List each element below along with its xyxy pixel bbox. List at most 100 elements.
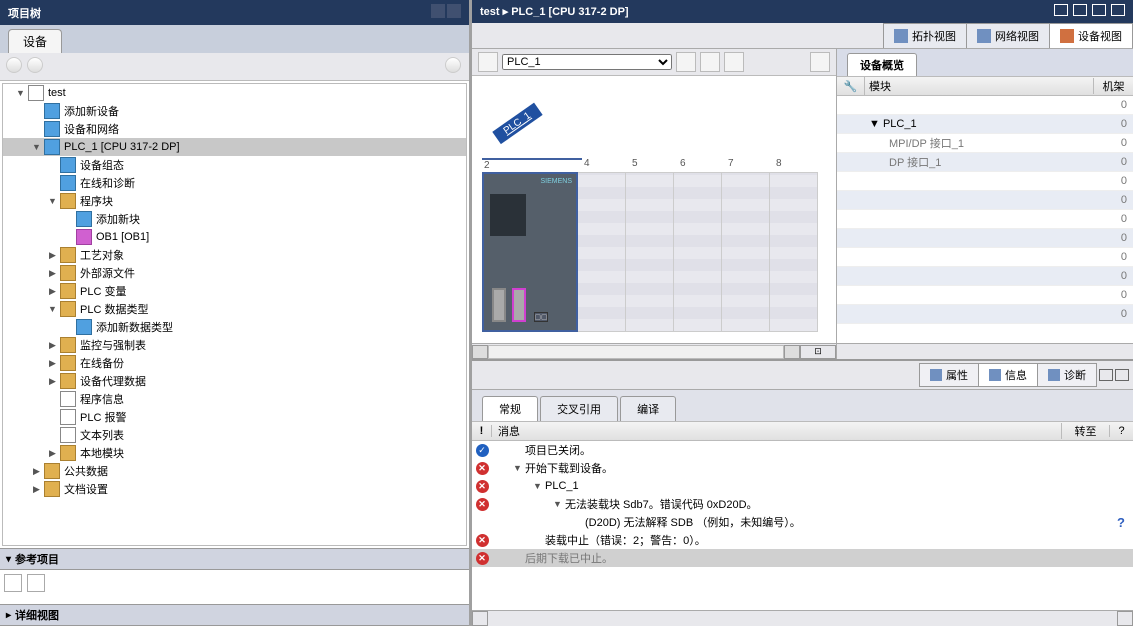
expand-icon[interactable] bbox=[47, 178, 58, 189]
expand-icon[interactable] bbox=[31, 124, 42, 135]
expand-icon[interactable] bbox=[47, 412, 58, 423]
overview-row[interactable]: 0 bbox=[837, 305, 1133, 324]
tree-item[interactable]: 设备组态 bbox=[3, 156, 466, 174]
tree-item[interactable]: ▶本地模块 bbox=[3, 444, 466, 462]
overview-row[interactable]: DP 接口_10 bbox=[837, 153, 1133, 172]
message-row[interactable]: ✕▼开始下载到设备。 bbox=[472, 459, 1133, 477]
expand-icon[interactable]: ▶ bbox=[47, 340, 58, 351]
devices-tab[interactable]: 设备 bbox=[8, 29, 62, 53]
tab-topology[interactable]: 拓扑视图 bbox=[883, 23, 967, 48]
detail-view-header[interactable]: ▸ 详细视图 bbox=[0, 604, 469, 626]
tree-item[interactable]: 添加新设备 bbox=[3, 102, 466, 120]
overview-row[interactable]: 0 bbox=[837, 229, 1133, 248]
empty-slot[interactable] bbox=[626, 172, 674, 332]
message-row[interactable]: ✓项目已关闭。 bbox=[472, 441, 1133, 459]
sub-tab-compile[interactable]: 编译 bbox=[620, 396, 676, 421]
reference-project-header[interactable]: ▾ 参考项目 bbox=[0, 548, 469, 570]
tree-item[interactable]: ▼test bbox=[3, 84, 466, 102]
inspector-max-icon[interactable] bbox=[1115, 369, 1129, 381]
tree-item[interactable]: 文本列表 bbox=[3, 426, 466, 444]
message-row[interactable]: ✕后期下载已中止。 bbox=[472, 549, 1133, 567]
scroll-track[interactable] bbox=[488, 611, 1117, 626]
tree-item[interactable]: ▶PLC 变量 bbox=[3, 282, 466, 300]
device-selector-icon[interactable] bbox=[478, 52, 498, 72]
tree-item[interactable]: 添加新块 bbox=[3, 210, 466, 228]
tb-icon-2[interactable] bbox=[700, 52, 720, 72]
message-row[interactable]: (D20D) 无法解释 SDB （例如，未知编号）。? bbox=[472, 513, 1133, 531]
scroll-right-icon[interactable] bbox=[784, 345, 800, 359]
expand-icon[interactable] bbox=[47, 430, 58, 441]
scroll-left-icon[interactable] bbox=[472, 611, 488, 626]
expand-icon[interactable] bbox=[63, 232, 74, 243]
cpu-module[interactable]: SIEMENS ▢▢ bbox=[482, 172, 578, 332]
expand-icon[interactable]: ▶ bbox=[47, 358, 58, 369]
overview-row[interactable]: 0 bbox=[837, 286, 1133, 305]
expand-icon[interactable]: ▶ bbox=[31, 466, 42, 477]
nav-back-icon[interactable] bbox=[6, 57, 22, 73]
sub-tab-crossref[interactable]: 交叉引用 bbox=[540, 396, 618, 421]
window-max-icon[interactable] bbox=[1092, 4, 1106, 16]
ref-tool-2-icon[interactable] bbox=[27, 574, 45, 592]
tab-properties[interactable]: 属性 bbox=[919, 363, 979, 387]
expand-icon[interactable]: ▶ bbox=[47, 250, 58, 261]
overview-row[interactable]: 0 bbox=[837, 267, 1133, 286]
tree-item[interactable]: 添加新数据类型 bbox=[3, 318, 466, 336]
overview-row[interactable]: 0 bbox=[837, 248, 1133, 267]
expand-icon[interactable] bbox=[31, 106, 42, 117]
message-row[interactable]: ✕▼PLC_1 bbox=[472, 477, 1133, 495]
tree-item[interactable]: ▶工艺对象 bbox=[3, 246, 466, 264]
window-restore-icon[interactable] bbox=[1073, 4, 1087, 16]
tree-item[interactable]: 设备和网络 bbox=[3, 120, 466, 138]
empty-slot[interactable] bbox=[770, 172, 818, 332]
overview-row[interactable]: 0 bbox=[837, 96, 1133, 115]
tb-icon-4[interactable] bbox=[810, 52, 830, 72]
tree-options-icon[interactable] bbox=[445, 57, 461, 73]
tree-item[interactable]: ▶设备代理数据 bbox=[3, 372, 466, 390]
message-row[interactable]: ✕装载中止（错误：2；警告：0）。 bbox=[472, 531, 1133, 549]
tab-device[interactable]: 设备视图 bbox=[1049, 23, 1133, 48]
project-tree[interactable]: ▼test添加新设备设备和网络▼PLC_1 [CPU 317-2 DP]设备组态… bbox=[2, 83, 467, 546]
tab-diagnostics[interactable]: 诊断 bbox=[1037, 363, 1097, 387]
overview-row[interactable]: 0 bbox=[837, 172, 1133, 191]
tree-item[interactable]: ▶外部源文件 bbox=[3, 264, 466, 282]
rack-view[interactable]: PLC_1 245678 SIEMENS ▢▢ bbox=[472, 76, 836, 343]
expand-icon[interactable]: ▶ bbox=[47, 376, 58, 387]
tree-item[interactable]: ▼程序块 bbox=[3, 192, 466, 210]
mpi-dp-port[interactable] bbox=[492, 288, 506, 322]
expand-icon[interactable] bbox=[63, 214, 74, 225]
overview-tab[interactable]: 设备概览 bbox=[847, 53, 917, 76]
overview-row[interactable]: ▼ PLC_10 bbox=[837, 115, 1133, 134]
empty-slot[interactable] bbox=[578, 172, 626, 332]
overview-row[interactable]: MPI/DP 接口_10 bbox=[837, 134, 1133, 153]
help-icon[interactable]: ? bbox=[1109, 515, 1133, 530]
expand-icon[interactable] bbox=[63, 322, 74, 333]
overview-row[interactable]: 0 bbox=[837, 210, 1133, 229]
expand-icon[interactable]: ▼ bbox=[47, 304, 58, 315]
collapse-icon[interactable] bbox=[431, 4, 445, 18]
overview-row[interactable]: 0 bbox=[837, 191, 1133, 210]
window-close-icon[interactable] bbox=[1111, 4, 1125, 16]
zoom-indicator[interactable]: ⊡ bbox=[800, 345, 836, 359]
expand-icon[interactable]: ▼ bbox=[47, 196, 58, 207]
tree-item[interactable]: OB1 [OB1] bbox=[3, 228, 466, 246]
empty-slot[interactable] bbox=[674, 172, 722, 332]
expand-icon[interactable]: ▶ bbox=[47, 286, 58, 297]
expand-icon[interactable]: ▶ bbox=[47, 268, 58, 279]
ref-tool-1-icon[interactable] bbox=[4, 574, 22, 592]
message-row[interactable]: ✕▼无法装载块 Sdb7。错误代码 0xD20D。 bbox=[472, 495, 1133, 513]
device-select[interactable]: PLC_1 bbox=[502, 54, 672, 70]
expand-icon[interactable]: ▼ bbox=[31, 142, 42, 153]
scroll-track[interactable] bbox=[488, 345, 784, 359]
tree-item[interactable]: ▶文档设置 bbox=[3, 480, 466, 498]
dp-port[interactable] bbox=[512, 288, 526, 322]
overview-hscroll[interactable] bbox=[837, 343, 1133, 359]
nav-fwd-icon[interactable] bbox=[27, 57, 43, 73]
tree-item[interactable]: 程序信息 bbox=[3, 390, 466, 408]
editor-hscroll[interactable]: ⊡ bbox=[472, 343, 836, 359]
empty-slot[interactable] bbox=[722, 172, 770, 332]
tree-item[interactable]: PLC 报警 bbox=[3, 408, 466, 426]
inspector-min-icon[interactable] bbox=[1099, 369, 1113, 381]
plc-link[interactable]: PLC_1 bbox=[492, 103, 542, 144]
expand-icon[interactable]: ▶ bbox=[31, 484, 42, 495]
tree-item[interactable]: ▶监控与强制表 bbox=[3, 336, 466, 354]
